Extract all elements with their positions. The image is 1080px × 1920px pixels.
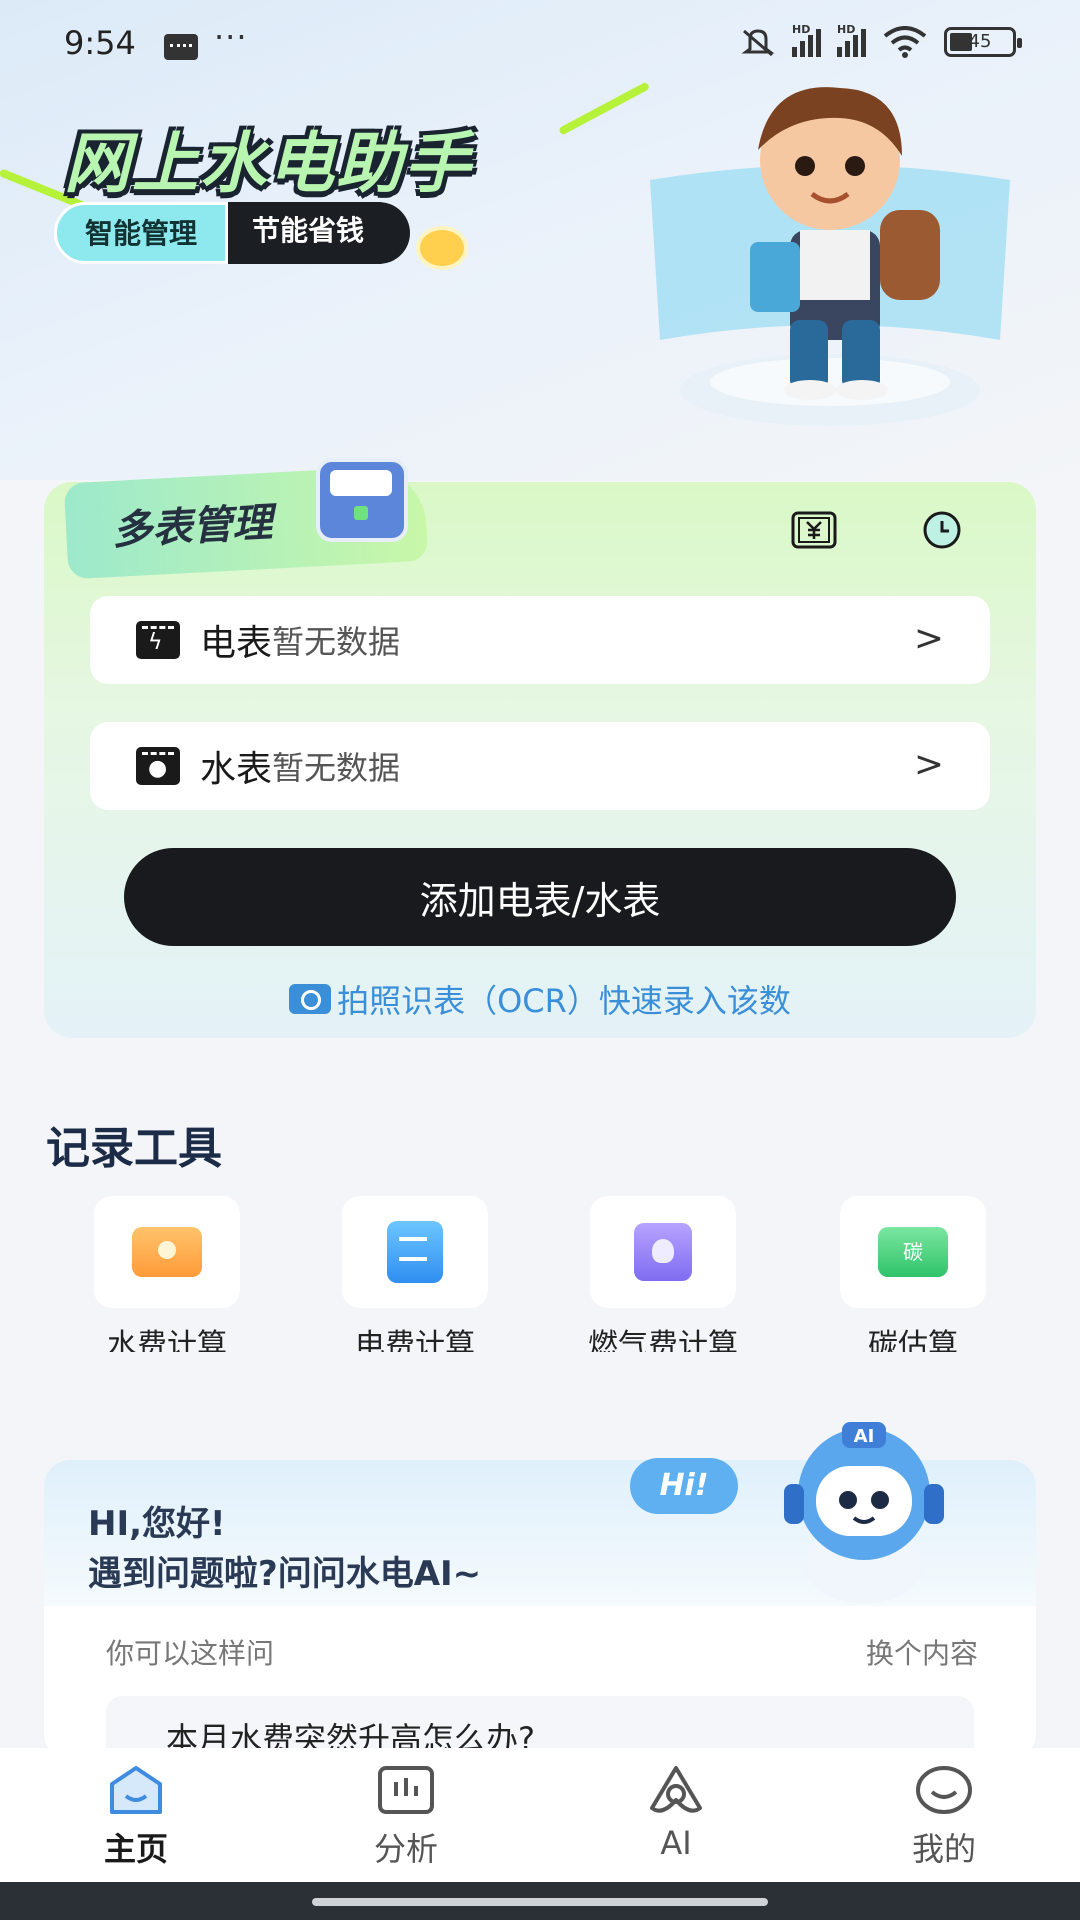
status-time: 9:54 bbox=[64, 24, 136, 62]
water-fee-icon bbox=[132, 1227, 202, 1277]
history-button[interactable] bbox=[918, 508, 966, 552]
tool-label: 碳估算 bbox=[868, 1328, 958, 1352]
water-meter-row[interactable]: ● 水表 暂无数据 > bbox=[90, 722, 990, 810]
wifi-icon bbox=[883, 26, 927, 58]
status-icons: HD HD 45 bbox=[740, 23, 1022, 58]
coin-icon bbox=[416, 226, 468, 270]
water-meter-status: 暂无数据 bbox=[272, 749, 401, 787]
bill-icon bbox=[791, 511, 837, 549]
bill-icon-button[interactable] bbox=[790, 508, 838, 552]
ai-prompt-text: 遇到问题啦?问问水电AI~ bbox=[88, 1554, 482, 1594]
electricity-fee-icon bbox=[387, 1221, 443, 1283]
camera-icon bbox=[289, 984, 332, 1014]
nav-label-ai: AI bbox=[660, 1824, 692, 1862]
electric-meter-icon: ϟ bbox=[136, 621, 180, 659]
hi-speech-bubble: Hi! bbox=[630, 1458, 738, 1514]
signal-icon-2: HD bbox=[837, 23, 866, 57]
nav-label-profile: 我的 bbox=[911, 1830, 976, 1868]
tool-electricity-fee[interactable]: 电费计算 bbox=[342, 1196, 488, 1352]
tool-carbon-estimate[interactable]: 碳 碳估算 bbox=[840, 1196, 986, 1352]
message-notification-icon bbox=[164, 34, 198, 60]
tool-label: 电费计算 bbox=[355, 1328, 475, 1352]
ai-icon bbox=[650, 1766, 702, 1813]
electric-meter-status: 暂无数据 bbox=[272, 623, 401, 661]
tool-water-fee[interactable]: 水费计算 bbox=[94, 1196, 240, 1352]
banner-tags: 智能管理 节能省钱 bbox=[54, 202, 411, 264]
nav-label-home: 主页 bbox=[103, 1830, 168, 1868]
nav-analysis[interactable]: 分析 bbox=[306, 1748, 506, 1882]
chevron-right-icon: > bbox=[913, 744, 944, 785]
ocr-link-text: 拍照识表（OCR）快速录入该数 bbox=[337, 982, 791, 1020]
more-notifications-icon: ··· bbox=[214, 18, 248, 56]
electric-meter-name: 电表 bbox=[200, 623, 273, 664]
tool-gas-fee[interactable]: 燃气费计算 bbox=[588, 1196, 738, 1352]
mascot-boy-illustration bbox=[650, 87, 1010, 426]
system-navigation-bar bbox=[0, 1882, 1080, 1920]
app-banner-title: 网上水电助手 bbox=[64, 125, 472, 202]
water-meter-name: 水表 bbox=[200, 749, 273, 790]
tool-label: 水费计算 bbox=[107, 1328, 227, 1352]
change-content-button[interactable]: 换个内容 bbox=[866, 1632, 978, 1672]
tag-smart-management: 智能管理 bbox=[54, 202, 229, 264]
signal-icon: HD bbox=[792, 23, 821, 57]
water-meter-icon: ● bbox=[136, 747, 180, 785]
nav-profile[interactable]: 我的 bbox=[844, 1748, 1044, 1882]
ocr-quick-entry-link[interactable]: 拍照识表（OCR）快速录入该数 bbox=[0, 976, 1080, 1022]
bottom-navigation: 主页 分析 AI 我的 bbox=[0, 1748, 1080, 1882]
nav-label-analysis: 分析 bbox=[373, 1830, 438, 1868]
meter-illustration bbox=[316, 458, 408, 542]
home-icon bbox=[110, 1766, 162, 1814]
gas-fee-icon bbox=[634, 1223, 692, 1281]
electric-meter-row[interactable]: ϟ 电表 暂无数据 > bbox=[90, 596, 990, 684]
ai-greeting: HI,您好! bbox=[88, 1504, 226, 1544]
add-meter-button[interactable]: 添加电表/水表 bbox=[124, 848, 956, 946]
home-indicator[interactable] bbox=[312, 1898, 768, 1906]
ai-robot-mascot: AI bbox=[784, 1422, 944, 1604]
nav-ai[interactable]: AI bbox=[576, 1748, 776, 1882]
ai-hint-label: 你可以这样问 bbox=[106, 1637, 275, 1670]
profile-icon bbox=[916, 1766, 972, 1814]
chart-icon bbox=[378, 1766, 434, 1814]
chevron-right-icon: > bbox=[913, 618, 944, 659]
svg-text:AI: AI bbox=[854, 1426, 875, 1447]
tool-label: 燃气费计算 bbox=[588, 1328, 738, 1352]
mute-icon bbox=[741, 29, 775, 57]
tools-section-title: 记录工具 bbox=[46, 1123, 222, 1174]
meter-card-title: 多表管理 bbox=[111, 499, 274, 555]
carbon-icon: 碳 bbox=[878, 1227, 948, 1277]
battery-icon: 45 bbox=[944, 27, 1022, 57]
nav-home[interactable]: 主页 bbox=[36, 1748, 236, 1882]
clock-icon bbox=[923, 511, 961, 549]
tag-energy-saving: 节能省钱 bbox=[228, 202, 411, 264]
